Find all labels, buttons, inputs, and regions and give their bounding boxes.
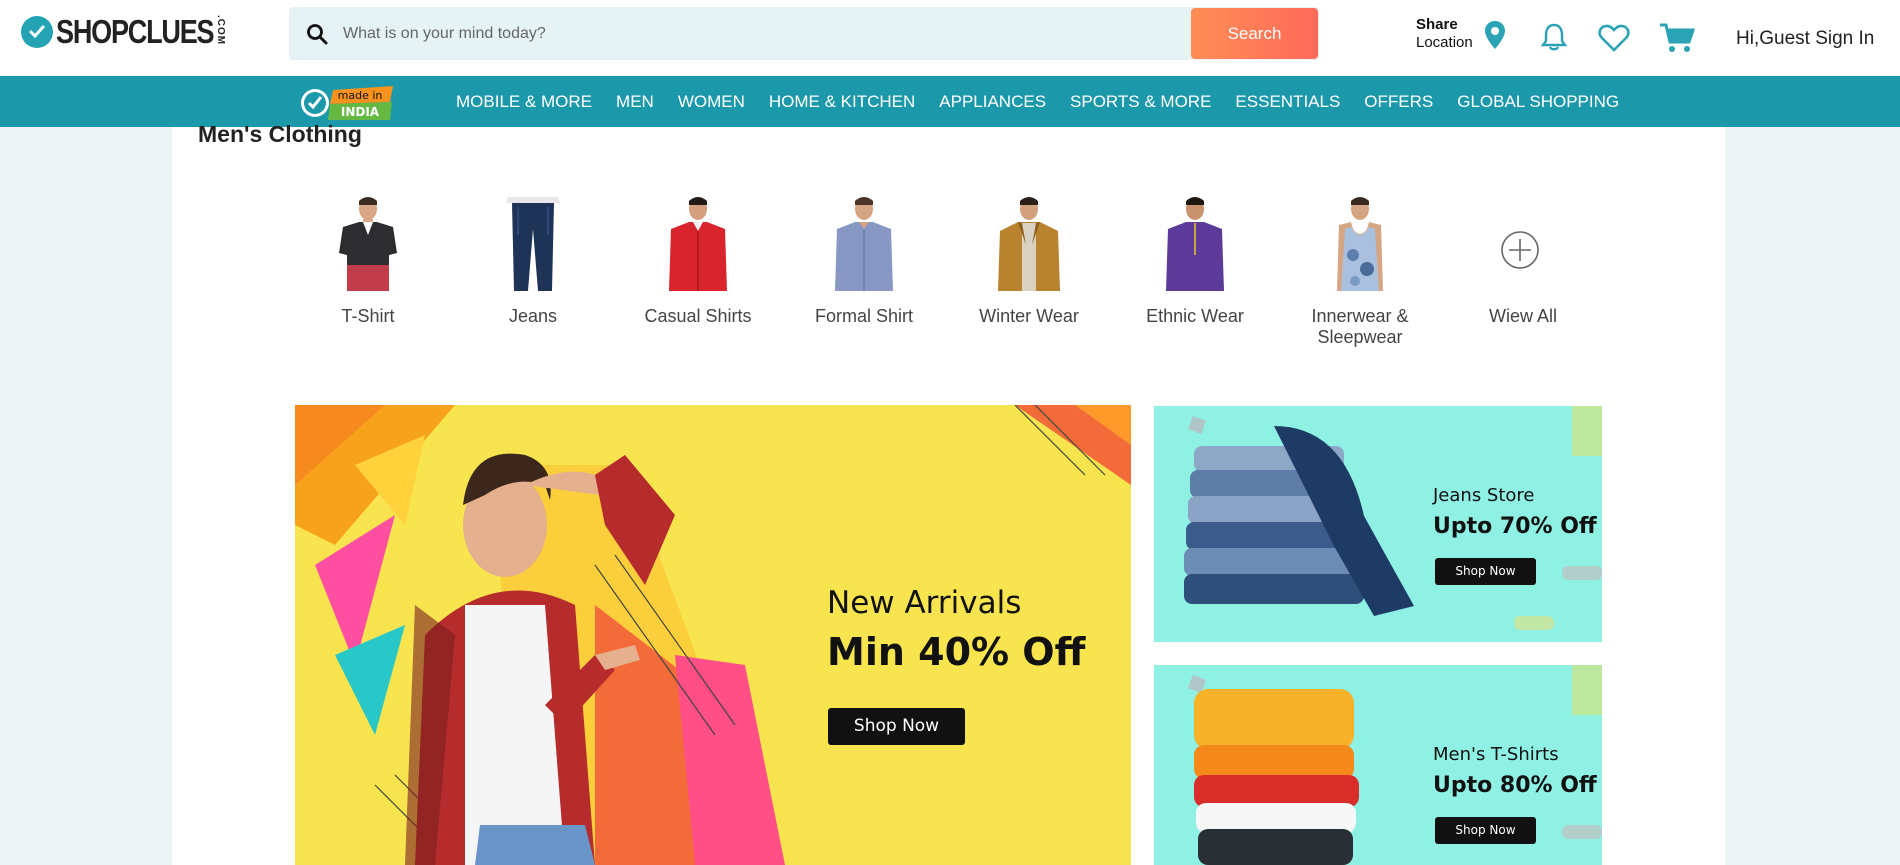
- nav-item-men[interactable]: MEN: [616, 92, 654, 112]
- category-label: T-Shirt: [341, 306, 395, 326]
- category-tshirt[interactable]: T-Shirt: [293, 195, 443, 327]
- search-button[interactable]: Search: [1191, 8, 1318, 59]
- made-in-india-badge[interactable]: made in INDIA: [300, 84, 396, 122]
- banner-offer: Upto 70% Off: [1433, 514, 1597, 539]
- new-arrivals-banner[interactable]: New Arrivals Min 40% Off Shop Now: [295, 405, 1131, 865]
- search-icon[interactable]: [305, 22, 329, 46]
- top-header: SHOPCLUES .COM Search Share Location Hi,…: [0, 0, 1900, 76]
- casual-shirt-model-image: [669, 197, 727, 291]
- banner-offer: Min 40% Off: [827, 630, 1086, 674]
- shop-now-button[interactable]: Shop Now: [1435, 558, 1536, 585]
- formal-shirt-model-image: [835, 197, 893, 291]
- plus-circle-icon: [1501, 231, 1539, 269]
- nav-item-mobile[interactable]: MOBILE & MORE: [456, 92, 592, 112]
- guest-signin-link[interactable]: Hi,Guest Sign In: [1736, 28, 1874, 50]
- badge-bottom-text: INDIA: [341, 105, 380, 119]
- banner-offer: Upto 80% Off: [1433, 773, 1597, 798]
- nav-item-appliances[interactable]: APPLIANCES: [939, 92, 1046, 112]
- jeans-image: [506, 197, 560, 291]
- category-innerwear[interactable]: Innerwear & Sleepwear: [1285, 195, 1435, 348]
- winter-wear-model-image: [998, 197, 1060, 291]
- share-title: Share: [1416, 16, 1458, 33]
- banner-title: New Arrivals: [827, 585, 1022, 621]
- category-jeans[interactable]: Jeans: [458, 195, 608, 327]
- category-casual-shirts[interactable]: Casual Shirts: [623, 195, 773, 327]
- nav-menu: MOBILE & MORE MEN WOMEN HOME & KITCHEN A…: [444, 76, 1631, 127]
- shopclues-logo[interactable]: SHOPCLUES .COM: [21, 13, 248, 51]
- mens-tshirts-banner[interactable]: Men's T-Shirts Upto 80% Off Shop Now: [1154, 665, 1602, 865]
- heart-icon[interactable]: [1598, 24, 1630, 52]
- category-formal-shirt[interactable]: Formal Shirt: [789, 195, 939, 327]
- cart-icon[interactable]: [1659, 22, 1695, 54]
- category-label: Formal Shirt: [814, 306, 913, 326]
- category-label: Winter Wear: [979, 306, 1079, 326]
- nav-item-global-shopping[interactable]: GLOBAL SHOPPING: [1457, 92, 1619, 112]
- tshirt-model-image: [339, 197, 397, 291]
- share-subtitle: Location: [1416, 34, 1473, 51]
- category-view-all[interactable]: Wiew All: [1448, 195, 1598, 327]
- search-bar: [289, 7, 1343, 60]
- section-title: Men's Clothing: [198, 121, 362, 147]
- category-label: Ethnic Wear: [1146, 306, 1244, 326]
- banner-title: Men's T-Shirts: [1433, 744, 1559, 765]
- nav-item-essentials[interactable]: ESSENTIALS: [1235, 92, 1340, 112]
- nav-item-offers[interactable]: OFFERS: [1364, 92, 1433, 112]
- bell-icon[interactable]: [1540, 22, 1568, 52]
- shop-now-button[interactable]: Shop Now: [1435, 817, 1536, 844]
- shop-now-button[interactable]: Shop Now: [828, 708, 965, 745]
- category-label: Wiew All: [1488, 306, 1557, 326]
- jeans-store-banner[interactable]: Jeans Store Upto 70% Off Shop Now: [1154, 406, 1602, 642]
- mens-clothing-section: Men's Clothing T-Shirt Jeans Casual Shir…: [172, 121, 1725, 865]
- category-label: Innerwear & Sleepwear: [1311, 306, 1409, 347]
- category-winter-wear[interactable]: Winter Wear: [954, 195, 1104, 327]
- banner-title: Jeans Store: [1433, 485, 1535, 506]
- category-ethnic-wear[interactable]: Ethnic Wear: [1120, 195, 1270, 327]
- nav-item-women[interactable]: WOMEN: [678, 92, 745, 112]
- nav-item-home-kitchen[interactable]: HOME & KITCHEN: [769, 92, 915, 112]
- category-nav: made in INDIA MOBILE & MORE MEN WOMEN HO…: [0, 76, 1900, 127]
- logo-suffix: .COM: [215, 15, 226, 46]
- nav-item-sports[interactable]: SPORTS & MORE: [1070, 92, 1211, 112]
- ethnic-wear-model-image: [1166, 197, 1224, 291]
- check-badge-icon: [21, 16, 53, 48]
- share-location[interactable]: Share Location: [1416, 16, 1473, 52]
- category-label: Casual Shirts: [644, 306, 752, 326]
- category-label: Jeans: [508, 306, 558, 326]
- innerwear-model-image: [1337, 197, 1383, 291]
- badge-top-text: made in: [338, 89, 383, 102]
- location-pin-icon[interactable]: [1484, 20, 1506, 50]
- logo-text: SHOPCLUES: [56, 13, 215, 50]
